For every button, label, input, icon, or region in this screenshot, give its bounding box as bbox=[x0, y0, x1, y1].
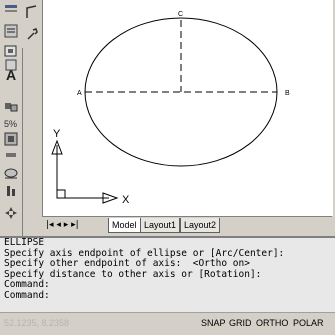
draw-toolbar bbox=[22, 0, 42, 48]
point-label-a: A bbox=[77, 90, 82, 97]
text-icon-glyph: A bbox=[5, 67, 17, 83]
drawing-canvas[interactable]: A B C Y X bbox=[42, 0, 333, 216]
status-bar: 52.1235, 8.2358 SNAP GRID ORTHO POLAR bbox=[0, 312, 335, 335]
hatch-icon[interactable] bbox=[2, 146, 20, 164]
polyline-icon[interactable] bbox=[24, 4, 40, 20]
ucs-x-label: X bbox=[122, 194, 130, 206]
tab-layout1[interactable]: Layout1 bbox=[140, 218, 181, 233]
text-icon[interactable]: A bbox=[2, 66, 20, 84]
snap-toggle-button[interactable]: SNAP bbox=[201, 318, 226, 328]
polar-toggle-button[interactable]: POLAR bbox=[293, 318, 324, 328]
left-toolbar: A 5% bbox=[0, 0, 23, 236]
ucs-icon: Y X bbox=[51, 128, 130, 206]
point-label-c: C bbox=[178, 11, 183, 18]
ortho-toggle-button[interactable]: ORTHO bbox=[256, 318, 288, 328]
svg-text:5%: 5% bbox=[4, 119, 17, 129]
layout-tabs-bar: |◂ ◂ ▸ ▸| Model Layout1 Layout2 bbox=[42, 216, 332, 235]
tab-navigation-arrows[interactable]: |◂ ◂ ▸ ▸| bbox=[46, 220, 79, 230]
tab-model[interactable]: Model bbox=[108, 218, 141, 233]
properties-icon[interactable] bbox=[2, 22, 20, 40]
grid-toggle-button[interactable]: GRID bbox=[229, 318, 252, 328]
ucs-y-label: Y bbox=[53, 128, 61, 140]
drawing-svg: A B C Y X bbox=[51, 11, 290, 206]
region-icon[interactable] bbox=[2, 164, 20, 182]
wrench-icon[interactable] bbox=[24, 26, 40, 42]
command-history-line: Command: bbox=[4, 279, 50, 291]
grip-icon[interactable] bbox=[2, 2, 20, 20]
move-icon[interactable] bbox=[2, 204, 20, 222]
point-label-b: B bbox=[285, 90, 290, 97]
command-prompt-line[interactable]: Command: bbox=[0, 290, 335, 302]
command-history-line: ELLIPSE bbox=[4, 237, 45, 248]
point-icon[interactable] bbox=[2, 182, 20, 200]
command-history-line: Specify distance to other axis or [Rotat… bbox=[4, 268, 262, 280]
coordinate-readout: 52.1235, 8.2358 bbox=[4, 318, 70, 328]
command-window[interactable]: ELLIPSE Specify axis endpoint of ellipse… bbox=[0, 236, 335, 312]
tab-layout2[interactable]: Layout2 bbox=[180, 218, 221, 233]
